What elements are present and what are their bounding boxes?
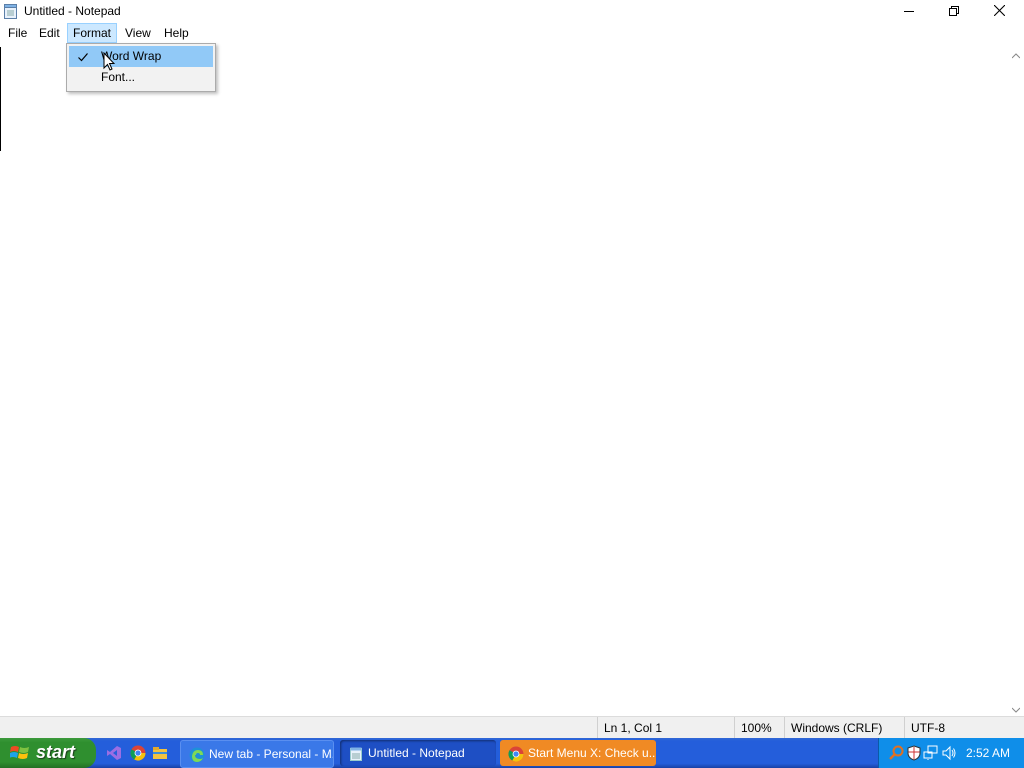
minimize-button[interactable] [886,0,932,23]
task-chrome[interactable]: Start Menu X: Check u... [500,740,656,766]
task-notepad[interactable]: Untitled - Notepad [340,740,496,766]
volume-icon[interactable] [941,745,957,761]
text-editor[interactable] [0,43,1008,715]
visual-studio-icon[interactable] [106,745,122,761]
window-title: Untitled - Notepad [24,4,121,18]
close-icon [993,4,1005,19]
task-label: New tab - Personal - M... [209,747,334,761]
title-bar[interactable]: Untitled - Notepad [0,0,1024,23]
status-bar: Ln 1, Col 1 100% Windows (CRLF) UTF-8 [0,716,1024,739]
system-clock[interactable]: 2:52 AM [966,738,1010,768]
search-icon[interactable] [889,745,905,761]
notepad-icon [348,745,364,761]
encoding: UTF-8 [904,717,1011,739]
scroll-down-arrow-icon[interactable] [1011,702,1021,716]
notepad-icon [4,4,17,19]
text-caret [0,47,1,151]
menu-edit[interactable]: Edit [34,24,65,42]
menu-item-font[interactable]: Font... [69,67,213,88]
zoom-level: 100% [734,717,785,739]
menu-file[interactable]: File [3,24,32,42]
taskbar: start New tab - Personal - M... Untitled… [0,738,1024,768]
task-label: Untitled - Notepad [368,746,465,760]
menu-item-word-wrap[interactable]: Word Wrap [69,46,213,67]
shield-icon[interactable] [906,745,922,761]
menu-help[interactable]: Help [159,24,194,42]
task-edge[interactable]: New tab - Personal - M... [180,740,334,768]
vertical-scrollbar[interactable] [1008,43,1024,715]
task-label: Start Menu X: Check u... [528,746,656,760]
minimize-icon [904,5,914,19]
windows-logo-icon [9,744,30,767]
scroll-up-arrow-icon[interactable] [1011,48,1021,62]
cursor-position: Ln 1, Col 1 [597,717,732,739]
network-icon[interactable] [923,745,939,761]
restore-icon [949,5,959,19]
line-ending: Windows (CRLF) [784,717,899,739]
close-button[interactable] [976,0,1022,23]
menu-bar: File Edit Format View Help [0,23,1024,43]
start-button[interactable]: start [0,738,96,768]
chrome-icon[interactable] [130,745,146,761]
edge-icon [189,746,205,763]
format-menu-dropdown: Word Wrap Font... [66,43,216,92]
menu-view[interactable]: View [120,24,156,42]
mouse-cursor-icon [103,51,116,74]
file-explorer-icon[interactable] [152,745,168,761]
menu-format[interactable]: Format [67,23,118,43]
start-label: start [36,742,76,762]
restore-button[interactable] [931,0,977,23]
chrome-icon [508,745,524,762]
